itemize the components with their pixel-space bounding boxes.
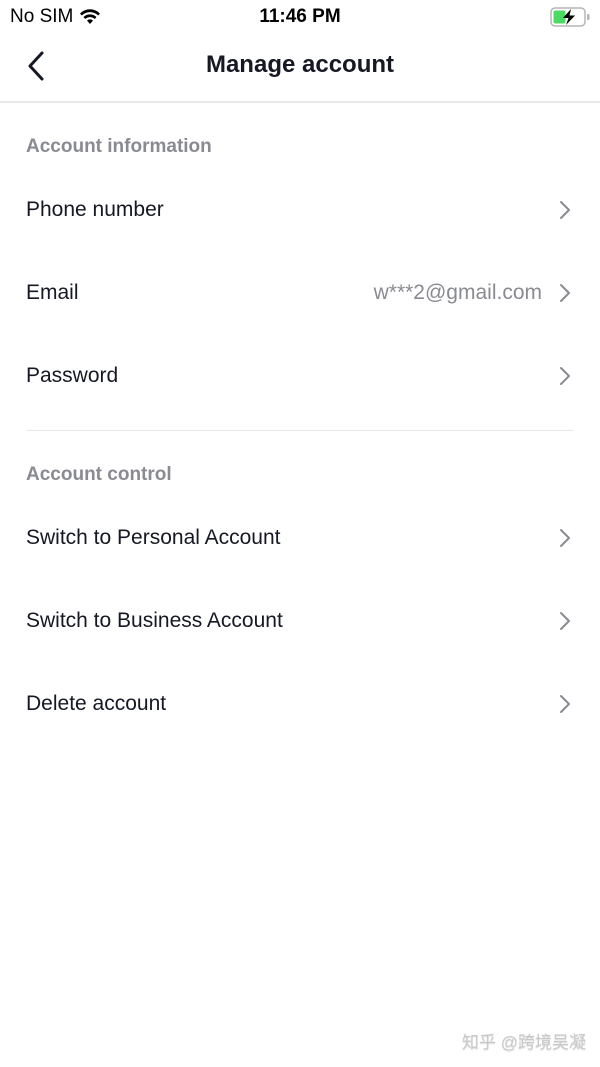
- row-phone-number[interactable]: Phone number: [0, 168, 600, 251]
- chevron-right-icon: [560, 200, 570, 219]
- page-title: Manage account: [205, 51, 395, 78]
- row-password[interactable]: Password: [0, 334, 600, 417]
- row-label: Email: [26, 280, 79, 304]
- row-delete-account[interactable]: Delete account: [0, 662, 600, 745]
- chevron-right-icon: [560, 694, 570, 713]
- row-label: Switch to Business Account: [26, 608, 283, 632]
- section-header-account-control: Account control: [26, 464, 172, 485]
- status-bar: No SIM 11:46 PM: [0, 0, 600, 34]
- chevron-right-icon: [560, 366, 570, 385]
- row-switch-to-business-account[interactable]: Switch to Business Account: [0, 579, 600, 662]
- row-label: Password: [26, 363, 119, 387]
- status-time: 11:46 PM: [259, 6, 341, 27]
- row-switch-to-personal-account[interactable]: Switch to Personal Account: [0, 496, 600, 579]
- row-label: Phone number: [26, 197, 164, 221]
- row-label: Switch to Personal Account: [26, 525, 281, 549]
- battery-charging-icon: [550, 7, 590, 27]
- email-value: w***2@gmail.com: [373, 280, 542, 304]
- section-divider: [26, 430, 574, 431]
- chevron-right-icon: [560, 528, 570, 547]
- chevron-right-icon: [560, 611, 570, 630]
- row-label: Delete account: [26, 691, 167, 715]
- row-email[interactable]: Email w***2@gmail.com: [0, 251, 600, 334]
- navigation-bar: Manage account: [0, 34, 600, 103]
- watermark: 知乎 @跨境吴凝: [462, 1033, 586, 1052]
- chevron-right-icon: [560, 283, 570, 302]
- section-header-account-information: Account information: [26, 136, 212, 157]
